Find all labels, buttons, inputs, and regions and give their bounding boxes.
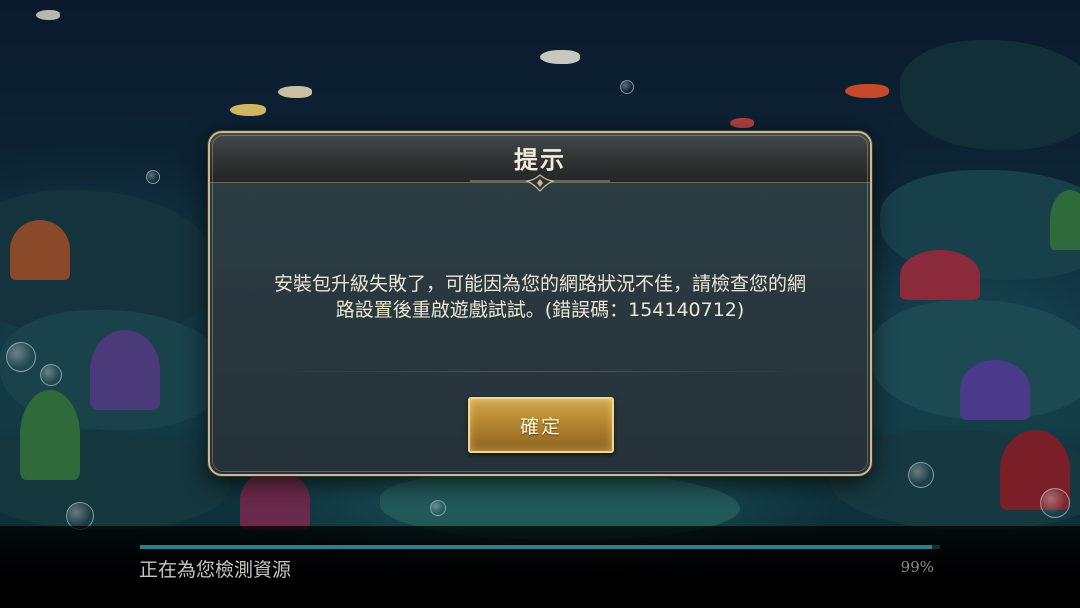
bubble bbox=[146, 170, 160, 184]
dialog-message: 安裝包升級失敗了，可能因為您的網路狀況不佳，請檢查您的網 路設置後重啟遊戲試試。… bbox=[220, 271, 860, 323]
loading-status-text: 正在為您檢測資源 bbox=[139, 559, 292, 581]
coral bbox=[1050, 190, 1080, 250]
fish bbox=[540, 50, 580, 64]
fish bbox=[845, 84, 889, 98]
fish bbox=[278, 86, 312, 98]
dialog-divider bbox=[270, 371, 810, 372]
dialog-title: 提示 bbox=[514, 146, 566, 174]
bubble bbox=[908, 462, 934, 488]
bubble bbox=[430, 500, 446, 516]
error-dialog: 提示 安裝包升級失敗了，可能因為您的網路狀況不佳，請檢查您的網 路設置後重啟遊戲… bbox=[208, 131, 872, 476]
progress-percent: 99% bbox=[900, 558, 934, 576]
coral bbox=[240, 470, 310, 530]
progress-bar-fill bbox=[140, 545, 932, 549]
dialog-message-line: 路設置後重啟遊戲試試。(錯誤碼：154140712) bbox=[335, 299, 745, 321]
coral bbox=[20, 390, 80, 480]
fish bbox=[730, 118, 754, 128]
confirm-button[interactable]: 確定 bbox=[468, 397, 614, 453]
coral bbox=[960, 360, 1030, 420]
bubble bbox=[620, 80, 634, 94]
coral bbox=[10, 220, 70, 280]
diamond-ornament-icon bbox=[470, 174, 610, 192]
coral bbox=[90, 330, 160, 410]
reef-rock bbox=[900, 40, 1080, 150]
fish bbox=[36, 10, 60, 20]
confirm-button-label: 確定 bbox=[519, 415, 562, 438]
bubble bbox=[6, 342, 36, 372]
dialog-message-line: 安裝包升級失敗了，可能因為您的網路狀況不佳，請檢查您的網 bbox=[273, 273, 806, 295]
coral bbox=[900, 250, 980, 300]
fish bbox=[230, 104, 266, 116]
progress-bar bbox=[140, 545, 940, 549]
bubble bbox=[40, 364, 62, 386]
bubble bbox=[1040, 488, 1070, 518]
